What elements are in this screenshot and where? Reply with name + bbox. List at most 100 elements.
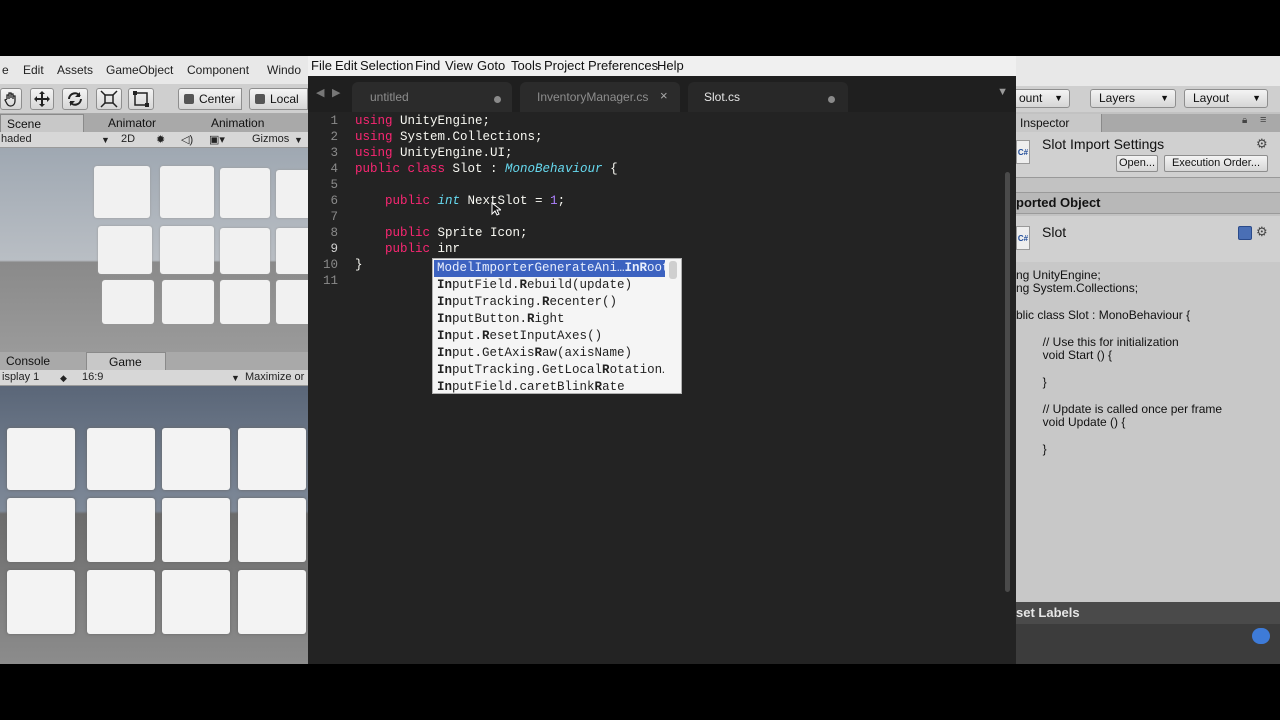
imported-object-row: C# Slot ⚙: [1016, 216, 1280, 262]
line-number: 5: [330, 178, 338, 192]
layout-dropdown-label: Layout: [1193, 91, 1230, 105]
autocomplete-scrollbar[interactable]: [669, 261, 677, 279]
editor-menu-file[interactable]: File: [311, 58, 332, 73]
editor-tab-untitled[interactable]: untitled: [352, 82, 512, 112]
editor-menu-project[interactable]: Project: [544, 58, 584, 73]
line-number: 10: [322, 258, 338, 272]
maximize-on-play-toggle[interactable]: Maximize or: [245, 371, 304, 383]
display-dropdown[interactable]: isplay 1: [2, 371, 39, 383]
aspect-dropdown[interactable]: 16:9: [82, 371, 103, 383]
editor-menu-goto[interactable]: Goto: [477, 58, 505, 73]
editor-menubar: File Edit Selection Find View Goto Tools…: [308, 56, 1016, 76]
autocomplete-match: R: [534, 346, 543, 360]
gear-icon[interactable]: ⚙: [1256, 224, 1268, 240]
autocomplete-text: putTracking.GetLocal: [452, 363, 603, 377]
code-text: UnityEngine;: [392, 114, 491, 128]
hand-tool-button[interactable]: [0, 88, 22, 110]
preview-line: // Update is called once per frame: [1016, 402, 1223, 416]
editor-menu-selection[interactable]: Selection: [360, 58, 413, 73]
editor-menu-help[interactable]: Help: [657, 58, 684, 73]
menu-item-window[interactable]: Windo: [267, 63, 301, 77]
editor-menu-find[interactable]: Find: [415, 58, 440, 73]
tab-nav-left-icon[interactable]: ◀: [316, 86, 324, 99]
autocomplete-item[interactable]: Input.GetAxisRaw(axisName): [434, 345, 665, 362]
editor-menu-tools[interactable]: Tools: [511, 58, 541, 73]
editor-scrollbar[interactable]: [1005, 172, 1010, 592]
code-keyword: public: [385, 226, 431, 240]
scene-slot-tile: [160, 226, 214, 274]
unsaved-dot-icon[interactable]: [494, 96, 501, 103]
autocomplete-item[interactable]: InputTracking.GetLocalRotation…: [434, 362, 665, 379]
dropdown-arrow-icon: ▼: [1252, 93, 1261, 103]
unsaved-dot-icon[interactable]: [828, 96, 835, 103]
scene-view[interactable]: [0, 148, 308, 352]
autocomplete-item[interactable]: InputField.caretBlinkRate: [434, 379, 665, 396]
autocomplete-item[interactable]: InputTracking.Recenter(): [434, 294, 665, 311]
menu-item-assets[interactable]: Assets: [57, 63, 93, 77]
pivot-space-toggle[interactable]: Local: [249, 88, 308, 110]
editor-tab-bar: ◀ ▶ untitled InventoryManager.cs × Slot.…: [308, 76, 1016, 112]
script-badge-icon[interactable]: [1238, 226, 1252, 240]
game-view[interactable]: [0, 386, 308, 664]
tab-console[interactable]: Console: [6, 352, 50, 370]
gear-icon[interactable]: ⚙: [1256, 136, 1268, 152]
tab-scene[interactable]: Scene: [0, 114, 84, 132]
autocomplete-item-selected[interactable]: ModelImporterGenerateAni…InRoot: [434, 260, 665, 277]
import-settings-header: C# Slot Import Settings ⚙ Open... Execut…: [1016, 132, 1280, 178]
tab-list-dropdown-icon[interactable]: ▼: [997, 86, 1008, 98]
autocomplete-item[interactable]: InputButton.Right: [434, 311, 665, 328]
scale-tool-button[interactable]: [96, 88, 122, 110]
execution-order-button[interactable]: Execution Order...: [1164, 155, 1268, 172]
aspect-dropdown-arrow-icon: ▼: [231, 373, 240, 383]
pivot-center-toggle[interactable]: Center: [178, 88, 242, 110]
autocomplete-item[interactable]: InputField.Rebuild(update): [434, 277, 665, 294]
line-number: 4: [330, 162, 338, 176]
layout-dropdown[interactable]: Layout ▼: [1184, 89, 1268, 108]
menu-item-file-partial[interactable]: e: [2, 63, 9, 77]
code-text: Slot :: [445, 162, 506, 176]
lighting-toggle-icon[interactable]: ✹: [156, 133, 165, 146]
move-tool-button[interactable]: [30, 88, 54, 110]
tab-nav-right-icon[interactable]: ▶: [332, 86, 340, 99]
tab-game[interactable]: Game: [86, 352, 166, 370]
menu-item-component[interactable]: Component: [187, 63, 249, 77]
unity-titlebar-right: [1016, 56, 1280, 86]
mouse-cursor-icon: [491, 202, 501, 216]
tab-inspector[interactable]: Inspector: [1016, 114, 1102, 132]
preview-line: ng System.Collections;: [1016, 281, 1139, 295]
panel-menu-icon[interactable]: ≡: [1260, 114, 1266, 126]
lock-icon[interactable]: 🔒︎: [1242, 115, 1247, 126]
editor-menu-preferences[interactable]: Preferences: [588, 58, 658, 73]
gizmos-dropdown[interactable]: Gizmos: [252, 133, 289, 145]
autocomplete-match: R: [527, 312, 535, 326]
autocomplete-text: putField.: [452, 278, 520, 292]
open-button[interactable]: Open...: [1116, 155, 1158, 172]
layers-dropdown[interactable]: Layers ▼: [1090, 89, 1176, 108]
menu-item-gameobject[interactable]: GameObject: [106, 63, 173, 77]
rotate-tool-button[interactable]: [62, 88, 88, 110]
tab-animator[interactable]: Animator: [92, 114, 156, 132]
menu-item-edit[interactable]: Edit: [23, 63, 44, 77]
account-dropdown[interactable]: ount ▼: [1016, 89, 1070, 108]
code-line: using UnityEngine;: [355, 114, 490, 128]
autocomplete-match: R: [519, 278, 528, 292]
editor-tab-inventorymanager[interactable]: InventoryManager.cs ×: [520, 82, 680, 112]
preview-line: }: [1016, 375, 1047, 389]
editor-menu-edit[interactable]: Edit: [335, 58, 357, 73]
autocomplete-text: esetInputAxes(): [489, 329, 603, 343]
shading-mode-dropdown[interactable]: haded: [1, 133, 32, 145]
audio-toggle-icon[interactable]: ◁): [181, 133, 193, 146]
scene-slot-tile: [276, 170, 308, 218]
rotate-icon: [68, 92, 82, 106]
hand-icon: [4, 92, 16, 107]
mode-2d-toggle[interactable]: 2D: [121, 133, 135, 145]
tag-icon[interactable]: [1252, 628, 1270, 644]
rect-tool-button[interactable]: [128, 88, 154, 110]
autocomplete-text: putTracking.: [452, 295, 543, 309]
editor-menu-view[interactable]: View: [445, 58, 473, 73]
autocomplete-item[interactable]: Input.ResetInputAxes(): [434, 328, 665, 345]
tab-animation[interactable]: Animation: [196, 114, 264, 132]
effects-toggle-icon[interactable]: ▣▾: [209, 133, 225, 146]
editor-tab-slot[interactable]: Slot.cs: [688, 82, 848, 112]
close-tab-icon[interactable]: ×: [660, 88, 668, 103]
